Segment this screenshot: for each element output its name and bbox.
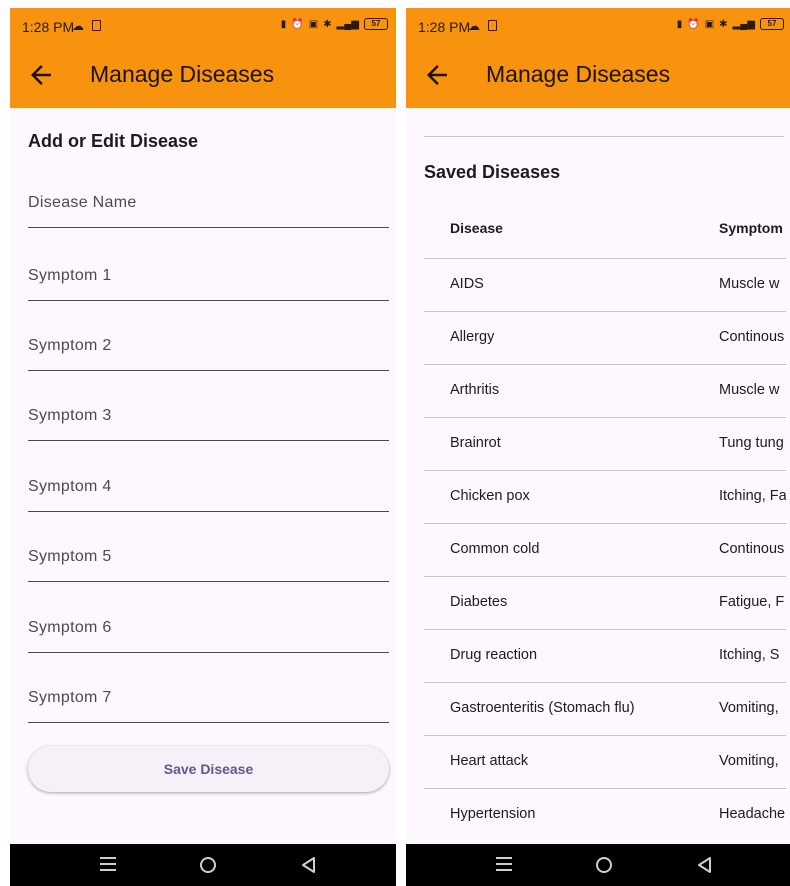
symptom-cell: Itching, S bbox=[719, 647, 780, 663]
disease-cell: Hypertension bbox=[450, 806, 536, 822]
circle-home-icon[interactable] bbox=[200, 857, 216, 873]
table-row[interactable]: Arthritis Muscle w bbox=[424, 364, 786, 417]
disease-cell: Common cold bbox=[450, 541, 540, 557]
save-disease-button[interactable]: Save Disease bbox=[28, 746, 389, 792]
table-row[interactable]: Diabetes Fatigue, F bbox=[424, 576, 786, 629]
cloud-icon: ☁ bbox=[72, 19, 84, 33]
field-label: Symptom 3 bbox=[28, 407, 112, 424]
system-nav-bar bbox=[10, 844, 396, 886]
status-icons: ▮ ⏰ ▣ ✱ ▂▄▆ 57 bbox=[677, 18, 784, 30]
signal-icon: ▂▄▆ bbox=[336, 18, 359, 30]
form-title: Add or Edit Disease bbox=[28, 131, 199, 151]
column-header-symptoms: Symptom bbox=[719, 220, 783, 236]
disease-cell: Diabetes bbox=[450, 594, 508, 610]
app-bar: Manage Diseases bbox=[406, 46, 790, 108]
menu-lines-icon[interactable] bbox=[100, 857, 116, 871]
field-label: Symptom 1 bbox=[28, 267, 112, 284]
symptom-cell: Muscle w bbox=[719, 382, 780, 398]
table-row[interactable]: Brainrot Tung tung bbox=[424, 417, 786, 470]
status-bar: 1:28 PM ☁ ▮ ⏰ ▣ ✱ ▂▄▆ 57 bbox=[406, 8, 790, 46]
symptom-5-field[interactable]: Symptom 5 bbox=[28, 542, 389, 582]
status-icons: ▮ ⏰ ▣ ✱ ▂▄▆ 57 bbox=[281, 18, 388, 30]
symptom-cell: Continous bbox=[719, 329, 785, 345]
disease-cell: Gastroenteritis (Stomach flu) bbox=[450, 700, 635, 716]
symptom-3-field[interactable]: Symptom 3 bbox=[28, 401, 389, 441]
triangle-back-icon[interactable] bbox=[696, 856, 714, 874]
phone-screen-list: 1:28 PM ☁ ▮ ⏰ ▣ ✱ ▂▄▆ 57 Manage Diseases… bbox=[406, 8, 790, 886]
vibrate-icon: ▮ bbox=[280, 18, 287, 30]
symptom-1-field[interactable]: Symptom 1 bbox=[28, 261, 389, 301]
table-row[interactable]: Hypertension Headache bbox=[424, 788, 786, 841]
symptom-cell: Vomiting, bbox=[719, 700, 779, 716]
table-row[interactable]: Drug reaction Itching, S bbox=[424, 629, 786, 682]
saved-diseases-title: Saved Diseases bbox=[424, 162, 561, 182]
status-time: 1:28 PM bbox=[418, 19, 471, 35]
table-row[interactable]: Gastroenteritis (Stomach flu) Vomiting, bbox=[424, 682, 786, 735]
sim-icon bbox=[92, 20, 101, 31]
symptom-cell: Continous bbox=[719, 541, 785, 557]
field-label: Symptom 5 bbox=[28, 548, 112, 565]
disease-cell: Heart attack bbox=[450, 753, 529, 769]
field-label: Symptom 6 bbox=[28, 619, 112, 636]
arrow-left-icon[interactable] bbox=[26, 60, 56, 90]
sim-icon bbox=[488, 20, 497, 31]
field-label: Symptom 7 bbox=[28, 689, 112, 706]
table-row[interactable]: Heart attack Vomiting, bbox=[424, 735, 786, 788]
field-label: Symptom 2 bbox=[28, 337, 112, 354]
symptom-cell: Fatigue, F bbox=[719, 594, 785, 610]
symptom-4-field[interactable]: Symptom 4 bbox=[28, 472, 389, 512]
battery-icon: 57 bbox=[760, 18, 784, 30]
disease-cell: Brainrot bbox=[450, 435, 501, 451]
disease-name-field[interactable]: Disease Name bbox=[28, 188, 389, 228]
cloud-icon: ☁ bbox=[468, 19, 480, 33]
arrow-left-icon[interactable] bbox=[422, 60, 452, 90]
app-bar: Manage Diseases bbox=[10, 46, 396, 108]
column-header-disease: Disease bbox=[450, 220, 503, 236]
symptom-2-field[interactable]: Symptom 2 bbox=[28, 331, 389, 371]
alarm-icon: ⏰ bbox=[687, 18, 700, 30]
nfc-icon: ▣ bbox=[308, 18, 319, 30]
table-row[interactable]: Allergy Continous bbox=[424, 311, 786, 364]
symptom-cell: Muscle w bbox=[719, 276, 780, 292]
symptom-6-field[interactable]: Symptom 6 bbox=[28, 613, 389, 653]
menu-lines-icon[interactable] bbox=[496, 857, 512, 871]
nfc-icon: ▣ bbox=[704, 18, 715, 30]
symptom-cell: Itching, Fa bbox=[719, 488, 786, 504]
symptom-cell: Headache bbox=[719, 806, 786, 822]
field-label: Disease Name bbox=[28, 194, 137, 211]
screenshot-stage: 1:28 PM ☁ ▮ ⏰ ▣ ✱ ▂▄▆ 57 Manage Diseases… bbox=[0, 0, 790, 886]
symptom-cell: Vomiting, bbox=[719, 753, 779, 769]
disease-cell: Chicken pox bbox=[450, 488, 530, 504]
circle-home-icon[interactable] bbox=[596, 857, 612, 873]
disease-cell: Allergy bbox=[450, 329, 495, 345]
page-title: Manage Diseases bbox=[90, 61, 275, 87]
vibrate-icon: ▮ bbox=[676, 18, 683, 30]
battery-icon: 57 bbox=[364, 18, 388, 30]
alarm-icon: ⏰ bbox=[291, 18, 304, 30]
status-time: 1:28 PM bbox=[22, 19, 75, 35]
disease-cell: Drug reaction bbox=[450, 647, 538, 663]
table-row[interactable]: AIDS Muscle w bbox=[424, 258, 786, 311]
phone-screen-edit: 1:28 PM ☁ ▮ ⏰ ▣ ✱ ▂▄▆ 57 Manage Diseases… bbox=[10, 8, 396, 886]
field-label: Symptom 4 bbox=[28, 478, 112, 495]
page-title: Manage Diseases bbox=[486, 61, 671, 87]
divider bbox=[424, 136, 784, 137]
symptom-cell: Tung tung bbox=[719, 435, 784, 451]
bluetooth-icon: ✱ bbox=[323, 18, 332, 30]
triangle-back-icon[interactable] bbox=[300, 856, 318, 874]
symptom-7-field[interactable]: Symptom 7 bbox=[28, 683, 389, 723]
status-bar: 1:28 PM ☁ ▮ ⏰ ▣ ✱ ▂▄▆ 57 bbox=[10, 8, 396, 46]
disease-cell: Arthritis bbox=[450, 382, 500, 398]
disease-cell: AIDS bbox=[450, 276, 484, 292]
table-row[interactable]: Chicken pox Itching, Fa bbox=[424, 470, 786, 523]
signal-icon: ▂▄▆ bbox=[732, 18, 755, 30]
bluetooth-icon: ✱ bbox=[719, 18, 728, 30]
system-nav-bar bbox=[406, 844, 790, 886]
table-row[interactable]: Common cold Continous bbox=[424, 523, 786, 576]
